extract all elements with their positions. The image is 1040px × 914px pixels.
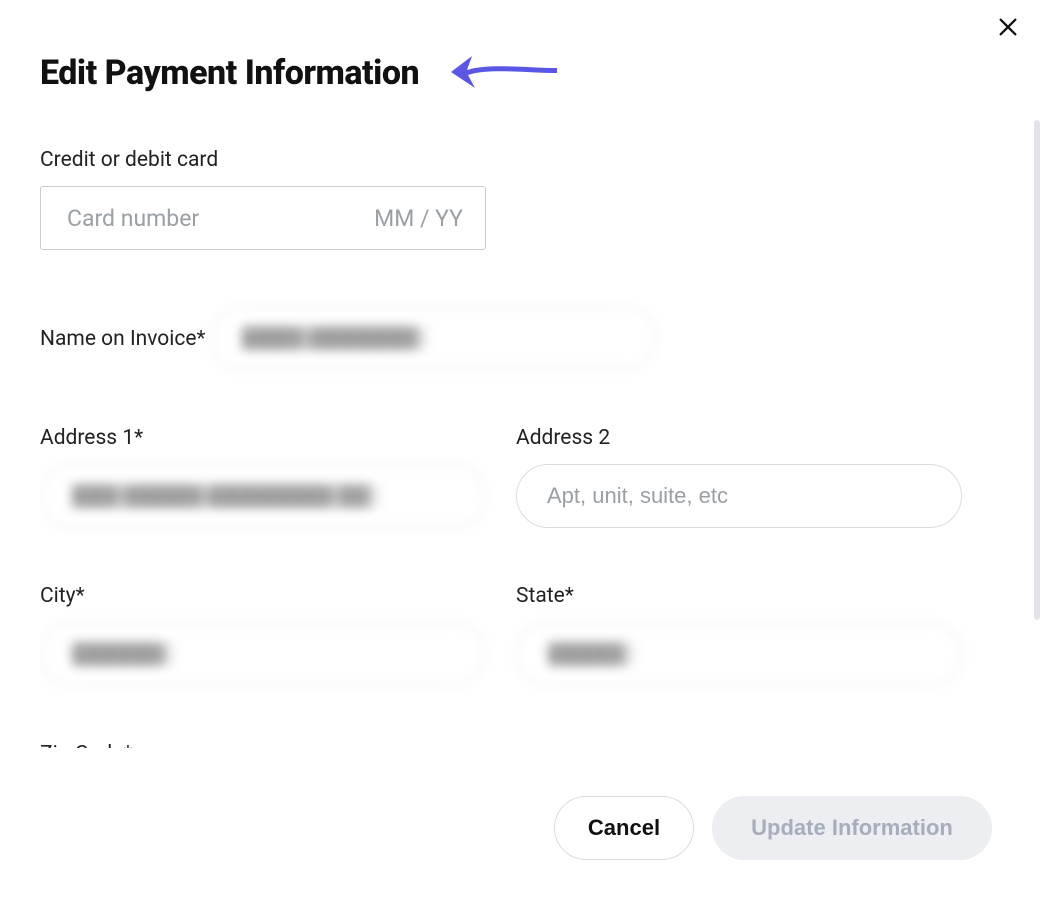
dialog-footer: Cancel Update Information	[554, 796, 992, 860]
payment-form: Credit or debit card Card number MM / YY…	[40, 148, 1000, 748]
state-input[interactable]	[516, 622, 962, 686]
address1-label: Address 1*	[40, 426, 486, 450]
page-title: Edit Payment Information	[40, 53, 419, 93]
cancel-button[interactable]: Cancel	[554, 796, 694, 860]
card-number-placeholder: Card number	[67, 205, 374, 232]
address1-input[interactable]	[40, 464, 486, 528]
form-scroll-region[interactable]: Credit or debit card Card number MM / YY…	[40, 148, 1000, 748]
address2-input[interactable]	[516, 464, 962, 528]
close-button[interactable]	[994, 14, 1022, 42]
scrollbar-track[interactable]	[1034, 120, 1040, 720]
city-input[interactable]	[40, 622, 486, 686]
update-information-button[interactable]: Update Information	[712, 796, 992, 860]
dialog-content: Edit Payment Information Credit or debit…	[0, 0, 1040, 748]
card-input-group[interactable]: Card number MM / YY	[40, 186, 486, 250]
close-icon	[997, 16, 1019, 41]
card-expiry-placeholder: MM / YY	[374, 205, 463, 232]
zip-label: Zip Code*	[40, 742, 132, 748]
card-label: Credit or debit card	[40, 148, 1000, 172]
name-label: Name on Invoice*	[40, 327, 206, 351]
state-label: State*	[516, 584, 962, 608]
address2-label: Address 2	[516, 426, 962, 450]
name-input[interactable]	[210, 306, 656, 370]
annotation-arrow-icon	[449, 50, 559, 96]
scrollbar-thumb[interactable]	[1034, 120, 1040, 620]
city-label: City*	[40, 584, 486, 608]
title-row: Edit Payment Information	[40, 50, 1000, 96]
